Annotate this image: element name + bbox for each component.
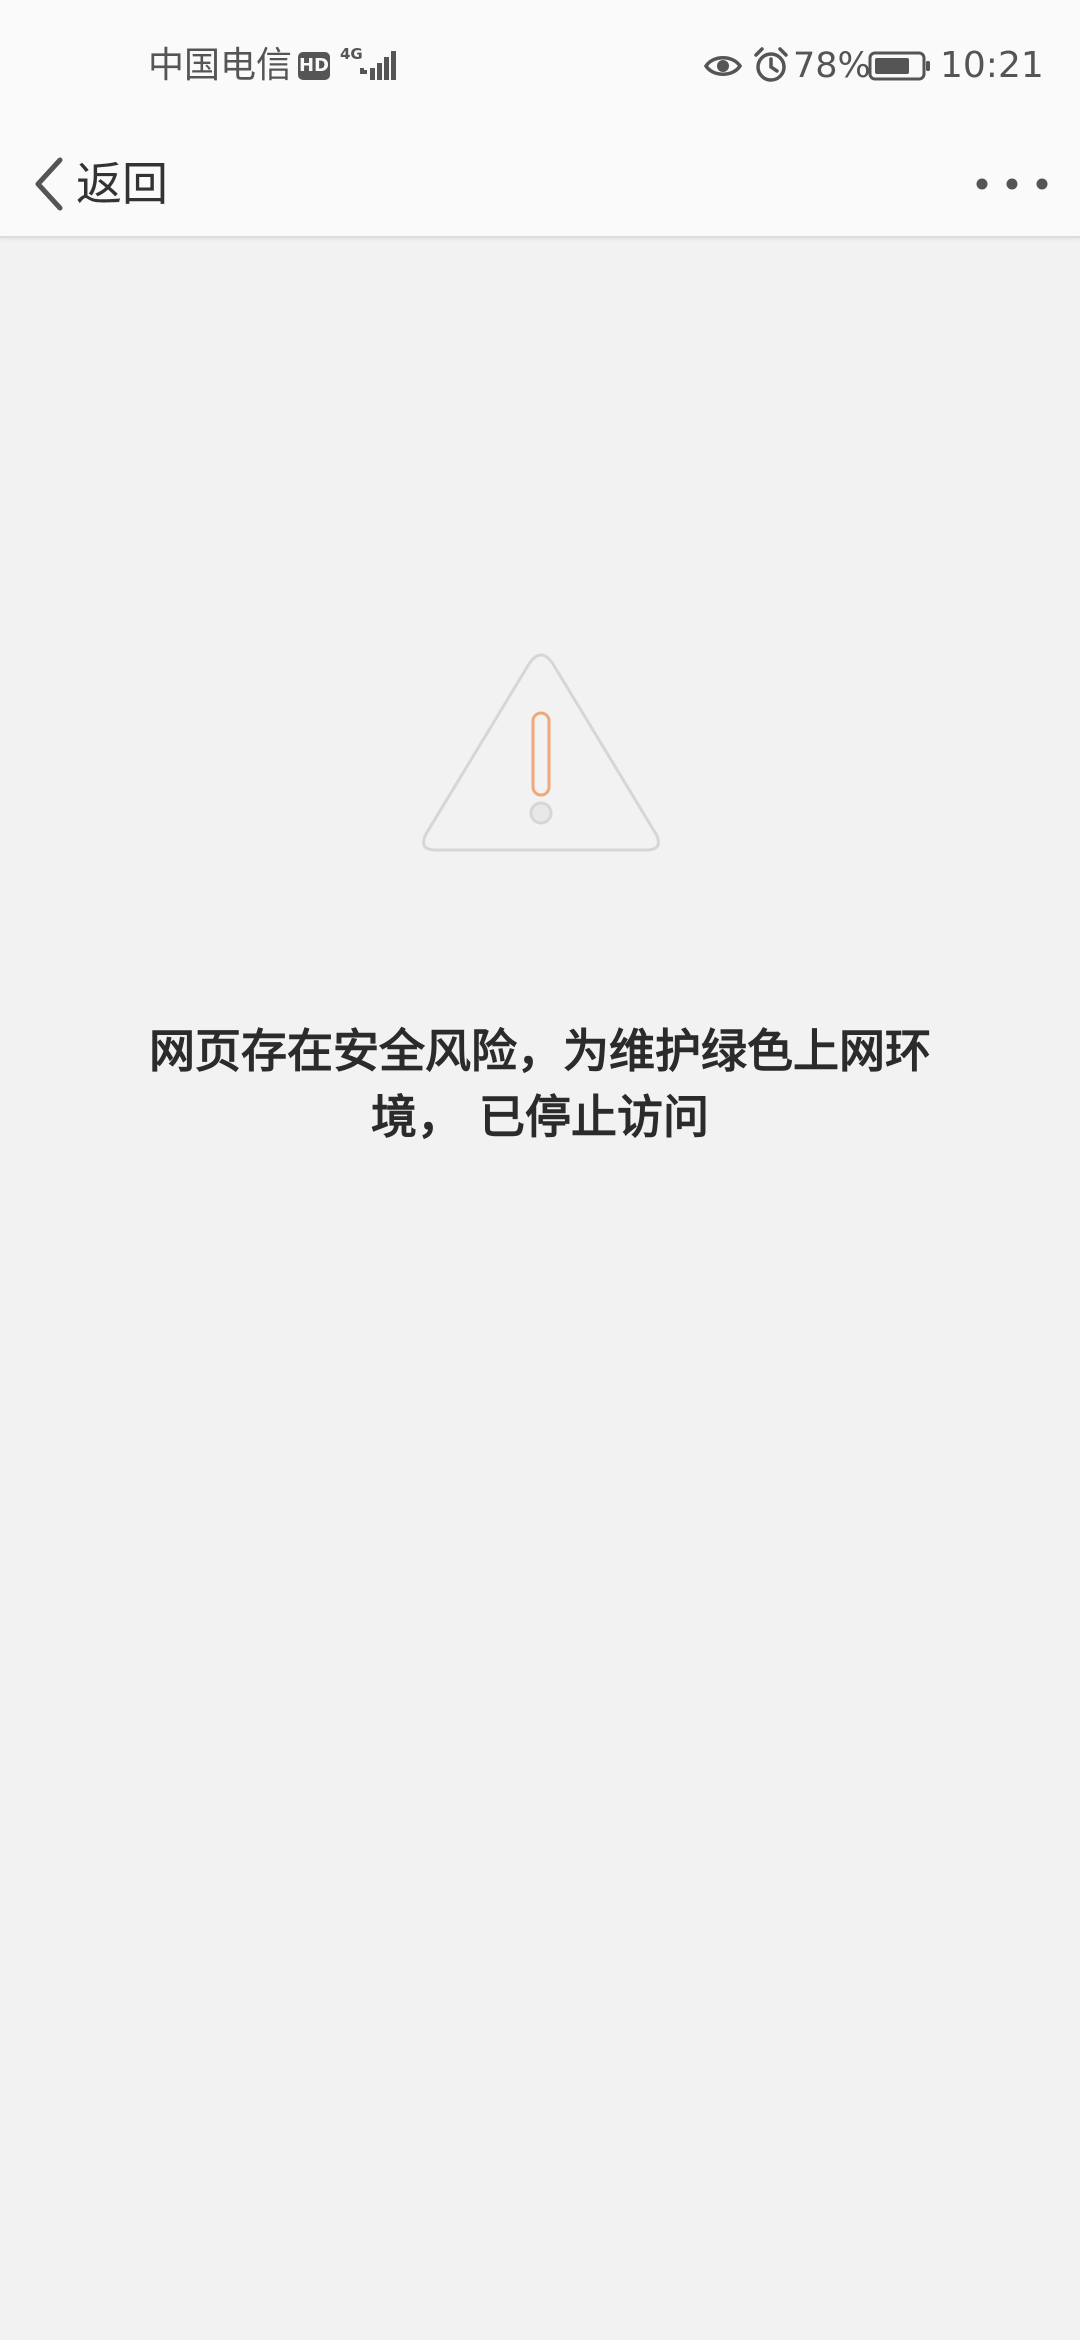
back-label: 返回 xyxy=(76,157,168,211)
more-icon[interactable] xyxy=(972,154,1052,214)
nav-bar: 返回 xyxy=(0,132,1080,238)
clock: 10:21 xyxy=(940,45,1044,86)
screen: 中国电信 HD 4G 78% 10:21 返回 网页存在安全风险，为维护绿色上网… xyxy=(0,0,1080,2340)
carrier-name: 中国电信 xyxy=(148,45,293,86)
status-bar: 中国电信 HD 4G 78% 10:21 xyxy=(0,0,1080,132)
battery-icon xyxy=(868,51,930,81)
battery-percent: 78% xyxy=(793,46,871,86)
back-button[interactable]: 返回 xyxy=(28,142,198,226)
blocked-message-line-1: 网页存在安全风险，为维护绿色上网环 xyxy=(149,1024,931,1078)
blocked-message-line-2: 境， 已停止访问 xyxy=(370,1090,709,1144)
warning-triangle-icon xyxy=(422,653,660,852)
chevron-left-icon xyxy=(35,157,63,211)
blocked-message: 网页存在安全风险，为维护绿色上网环 境， 已停止访问 xyxy=(100,1018,980,1150)
eye-icon xyxy=(703,56,743,76)
hd-badge: HD xyxy=(298,52,330,80)
signal-icon xyxy=(360,51,396,80)
alarm-icon xyxy=(754,47,788,82)
